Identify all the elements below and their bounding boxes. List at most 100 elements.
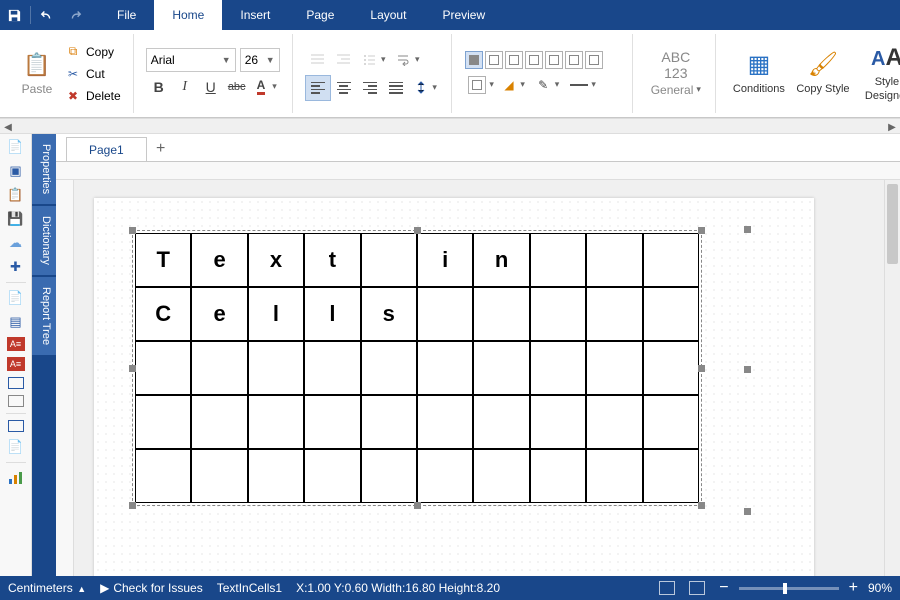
cell[interactable]: [586, 287, 642, 341]
cell[interactable]: [135, 341, 191, 395]
number-format-select[interactable]: ABC 123 General▾: [645, 50, 707, 97]
cell[interactable]: e: [191, 287, 247, 341]
units-selector[interactable]: Centimeters ▲: [8, 581, 86, 595]
zoom-thumb[interactable]: [783, 583, 787, 594]
border-preset-3[interactable]: [505, 51, 523, 69]
align-right-button[interactable]: [357, 75, 383, 101]
cell[interactable]: [586, 395, 642, 449]
cell[interactable]: [473, 341, 529, 395]
border-all-button[interactable]: [465, 51, 483, 69]
cell[interactable]: i: [417, 233, 473, 287]
wordwrap-button[interactable]: ▾: [391, 47, 425, 73]
cell[interactable]: [248, 395, 304, 449]
check-issues-button[interactable]: ▶Check for Issues: [100, 581, 203, 595]
cell[interactable]: [643, 395, 699, 449]
bold-button[interactable]: B: [146, 74, 172, 100]
fill-color-button[interactable]: ◢▾: [498, 72, 532, 98]
resize-handle[interactable]: [129, 502, 136, 509]
resize-handle[interactable]: [129, 227, 136, 234]
cell[interactable]: l: [248, 287, 304, 341]
cell[interactable]: [586, 449, 642, 503]
cell[interactable]: [643, 233, 699, 287]
cell[interactable]: [361, 395, 417, 449]
cell[interactable]: [191, 341, 247, 395]
undo-icon[interactable]: [33, 0, 61, 30]
tool-8[interactable]: ▤: [6, 313, 26, 331]
style-designer-button[interactable]: AAStyle Designer: [856, 44, 900, 102]
align-justify-button[interactable]: [383, 75, 409, 101]
cell[interactable]: [304, 395, 360, 449]
guide-handle[interactable]: [744, 508, 751, 515]
cell[interactable]: [417, 287, 473, 341]
cell[interactable]: [417, 395, 473, 449]
cell[interactable]: [361, 341, 417, 395]
cell[interactable]: [248, 449, 304, 503]
cell[interactable]: C: [135, 287, 191, 341]
menu-page[interactable]: Page: [288, 0, 352, 30]
cell[interactable]: [417, 449, 473, 503]
menu-preview[interactable]: Preview: [424, 0, 503, 30]
cell[interactable]: [643, 341, 699, 395]
report-page[interactable]: TextinCells: [94, 198, 814, 576]
tab-properties[interactable]: Properties: [32, 134, 56, 204]
selected-component[interactable]: TextInCells1: [217, 581, 282, 595]
border-preset-6[interactable]: [565, 51, 583, 69]
cell[interactable]: [135, 449, 191, 503]
cell[interactable]: [417, 341, 473, 395]
conditions-button[interactable]: ▦Conditions: [728, 50, 790, 96]
cell[interactable]: [473, 395, 529, 449]
border-preset-5[interactable]: [545, 51, 563, 69]
cell[interactable]: l: [304, 287, 360, 341]
cell[interactable]: [530, 233, 586, 287]
cell[interactable]: s: [361, 287, 417, 341]
copy-button[interactable]: ⧉Copy: [62, 41, 125, 63]
design-canvas[interactable]: TextinCells: [74, 180, 900, 576]
cell[interactable]: T: [135, 233, 191, 287]
tool-2[interactable]: ▣: [6, 162, 26, 180]
resize-handle[interactable]: [698, 227, 705, 234]
cell[interactable]: [586, 233, 642, 287]
cell[interactable]: [530, 449, 586, 503]
text-color-button[interactable]: ✎▾: [532, 72, 566, 98]
indent-increase-button[interactable]: [331, 47, 357, 73]
view-mode-1[interactable]: [659, 581, 675, 595]
redo-icon[interactable]: [61, 0, 89, 30]
resize-handle[interactable]: [129, 365, 136, 372]
resize-handle[interactable]: [698, 502, 705, 509]
add-page-button[interactable]: +: [147, 137, 175, 161]
page-tab-1[interactable]: Page1: [66, 137, 147, 161]
border-style-button[interactable]: ▾: [566, 72, 600, 98]
tool-13[interactable]: [8, 420, 24, 432]
zoom-out-button[interactable]: −: [719, 579, 728, 597]
tool-chart[interactable]: [6, 469, 26, 487]
cell[interactable]: [191, 395, 247, 449]
cell[interactable]: [473, 287, 529, 341]
cell[interactable]: [361, 233, 417, 287]
cell[interactable]: [530, 395, 586, 449]
tool-14[interactable]: 📄: [6, 438, 26, 456]
save-icon[interactable]: [0, 0, 28, 30]
cell[interactable]: x: [248, 233, 304, 287]
cell[interactable]: [304, 341, 360, 395]
tool-3[interactable]: 📋: [6, 186, 26, 204]
tool-12[interactable]: [8, 395, 24, 407]
guide-handle[interactable]: [744, 226, 751, 233]
tool-1[interactable]: 📄: [6, 138, 26, 156]
border-preset-2[interactable]: [485, 51, 503, 69]
scroll-right-icon[interactable]: ▶: [884, 119, 900, 135]
border-preset-7[interactable]: [585, 51, 603, 69]
text-in-cells-component[interactable]: TextinCells: [132, 230, 702, 506]
resize-handle[interactable]: [414, 227, 421, 234]
underline-button[interactable]: U: [198, 74, 224, 100]
cell[interactable]: [586, 341, 642, 395]
vertical-align-button[interactable]: ▾: [409, 75, 443, 101]
font-size-select[interactable]: 26▼: [240, 48, 280, 72]
align-center-button[interactable]: [331, 75, 357, 101]
italic-button[interactable]: I: [172, 74, 198, 100]
line-spacing-button[interactable]: ▾: [357, 47, 391, 73]
tool-7[interactable]: 📄: [6, 289, 26, 307]
zoom-in-button[interactable]: +: [849, 579, 858, 597]
tool-9[interactable]: A≡: [7, 337, 25, 351]
tool-11[interactable]: [8, 377, 24, 389]
menu-file[interactable]: File: [99, 0, 154, 30]
